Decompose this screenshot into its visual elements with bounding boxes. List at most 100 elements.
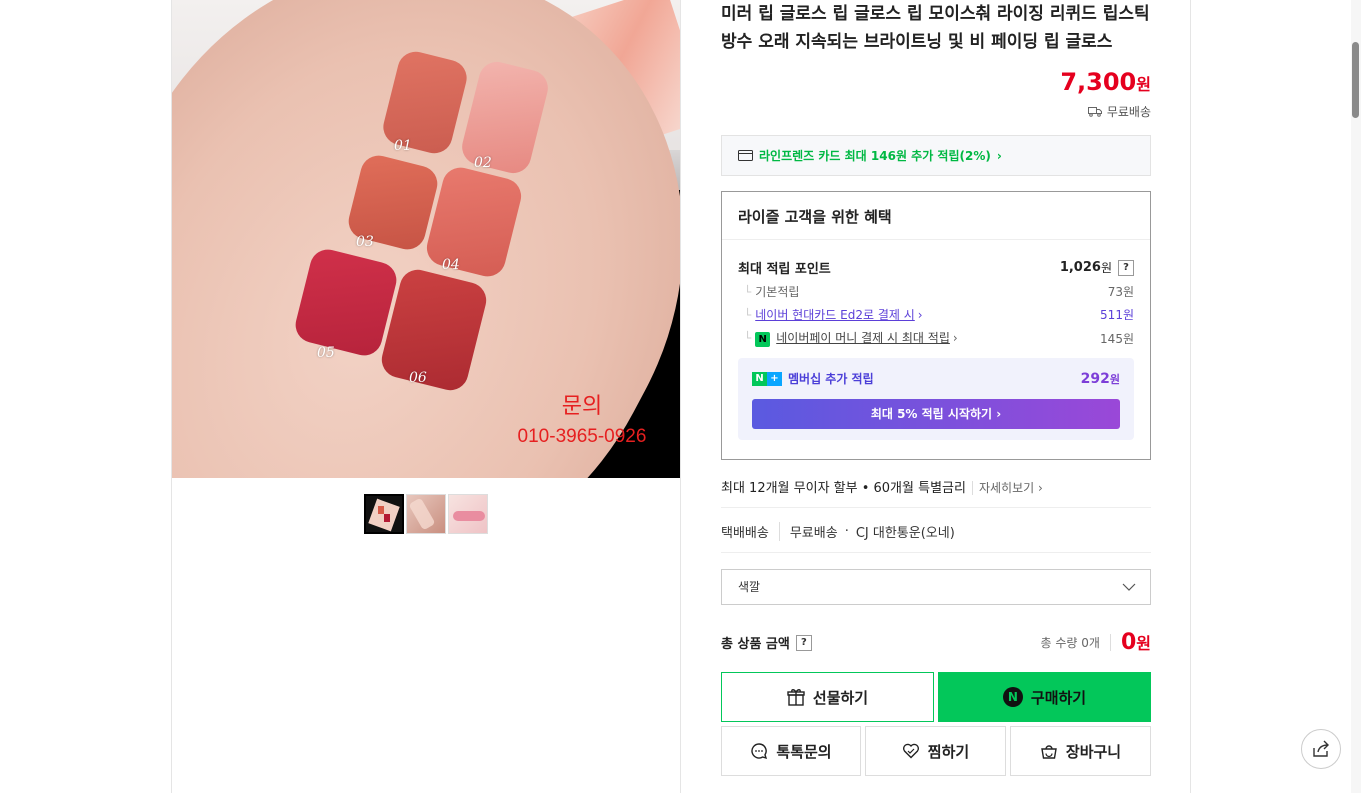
delivery-separator: · [844,524,849,539]
npay-icon: N [755,332,771,347]
divider [721,552,1151,553]
shopping-bag-icon [1041,745,1057,759]
shipping-badge: 무료배송 [1087,103,1151,120]
delivery-fee: 무료배송 [789,526,838,541]
installment-info: 최대 12개월 무이자 할부 • 60개월 특별금리 자세히보기 › [721,477,1043,496]
frame-border-right [1190,0,1191,793]
swatch-label-04: 04 [442,257,460,273]
chevron-right-icon: › [952,331,958,345]
shipping-badge-label: 무료배송 [1106,105,1151,119]
frame-border-mid [680,0,681,793]
benefit-row-basic-label: └ 기본적립 [738,283,799,300]
main-product-image[interactable]: 01 02 03 04 05 06 문의 010-3965-0926 [172,0,680,478]
gift-label: 선물하기 [812,688,869,707]
card-banner-text: 라인프렌즈 카드 최대 146원 추가 적립(2%) [759,149,991,163]
chevron-right-icon: › [917,308,923,322]
cart-button[interactable]: 장바구니 [1010,726,1151,776]
share-button[interactable] [1301,729,1341,769]
membership-label-group: N + 멤버십 추가 적립 [752,370,874,387]
tree-branch-icon: └ [744,285,752,299]
npay-points: 145원 [1100,331,1134,346]
total-amount-value: 0 [1120,630,1137,655]
product-title-line-1: 미러 립 글로스 립 글로스 립 모이스춰 라이징 리퀴드 립스틱 [721,4,1150,24]
color-option-placeholder: 색깔 [738,580,761,594]
product-page: 01 02 03 04 05 06 문의 010-3965-0926 미러 립 … [0,0,1361,793]
product-title-line-2: 방수 오래 지속되는 브라이트닝 및 비 페이딩 립 글로스 [721,32,1113,52]
cart-label: 장바구니 [1065,742,1122,761]
benefit-row-hyundai-card: └ 네이버 현대카드 Ed2로 결제 시 › 511원 [738,306,1134,323]
thumbnail-3[interactable] [448,494,488,534]
npay-label-group: └ N 네이버페이 머니 결제 시 최대 적립 › [738,329,958,347]
price-unit: 원 [1136,75,1151,94]
max-points-unit: 원 [1100,261,1112,275]
truck-icon [1087,107,1102,117]
naver-pay-icon: N [1002,687,1023,707]
membership-points-unit: 원 [1109,372,1120,386]
chevron-right-icon: › [1037,481,1043,495]
benefit-title: 라이즐 고객을 위한 혜택 [722,192,1150,240]
swatch-label-02: 02 [474,155,492,171]
basic-points-value: 73원 [1107,285,1134,299]
membership-points: 292원 [1081,371,1120,387]
delivery-label: 택배배송 [721,522,780,541]
membership-points-value: 292 [1080,370,1110,387]
customer-benefit-box: 라이즐 고객을 위한 혜택 최대 적립 포인트 1,026 원 ? └ 기본적립 … [721,191,1151,460]
installment-text: 최대 12개월 무이자 할부 • 60개월 특별금리 [721,481,966,496]
price-value: 7,300 [1060,68,1137,96]
gift-button[interactable]: 선물하기 [721,672,934,722]
membership-start-label: 최대 5% 적립 시작하기 [870,407,993,421]
tree-branch-icon: └ [744,331,752,345]
divider [721,507,1151,508]
thumbnail-strip [364,494,488,534]
wishlist-button[interactable]: 찜하기 [865,726,1006,776]
total-help-button[interactable]: ? [795,634,812,651]
scrollbar-thumb[interactable] [1352,42,1359,118]
installment-more-link[interactable]: 자세히보기 › [971,481,1043,495]
product-title: 미러 립 글로스 립 글로스 립 모이스춰 라이징 리퀴드 립스틱 방수 오래 … [721,0,1151,56]
total-amount: 0원 [1121,630,1151,655]
swatch-label-05: 05 [317,345,335,361]
swatch-label-03: 03 [356,234,374,250]
contact-phone: 010-3965-0926 [517,426,647,447]
swatch-label-06: 06 [409,370,427,386]
card-benefit-banner[interactable]: 라인프렌즈 카드 최대 146원 추가 적립(2%) › [721,135,1151,176]
buy-label: 구매하기 [1030,688,1087,707]
delivery-carrier: CJ 대한통운(오네) [855,526,955,541]
contact-overlay: 문의 010-3965-0926 [510,388,654,448]
swatch-label-01: 01 [394,138,412,154]
color-option-select[interactable]: 색깔 [721,569,1151,605]
thumbnail-2[interactable] [406,494,446,534]
thumbnail-1[interactable] [364,494,404,534]
npay-money-link[interactable]: 네이버페이 머니 결제 시 최대 적립 [776,331,950,345]
hyundai-card-points: 511원 [1100,308,1134,322]
heart-icon [902,743,919,759]
membership-label: 멤버십 추가 적립 [788,372,874,386]
hyundai-card-link[interactable]: 네이버 현대카드 Ed2로 결제 시 [755,308,915,322]
benefit-row-npay: └ N 네이버페이 머니 결제 시 최대 적립 › 145원 [738,329,1134,347]
total-price-row: 총 상품 금액? 총 수량 0개 0원 [721,630,1151,655]
chevron-right-icon: › [996,407,1002,421]
points-help-button[interactable]: ? [1118,259,1134,276]
product-price: 7,300원 [1060,68,1151,96]
chat-bubble-icon [751,743,768,760]
hyundai-card-label-group: └ 네이버 현대카드 Ed2로 결제 시 › [738,306,923,323]
buy-button[interactable]: N 구매하기 [938,672,1151,722]
chevron-down-icon [1122,583,1136,591]
talk-label: 톡톡문의 [776,742,832,761]
membership-box: N + 멤버십 추가 적립 292원 최대 5% 적립 시작하기 › [738,358,1134,440]
credit-card-icon [738,150,753,161]
benefit-row-basic: └ 기본적립 73원 [738,283,1134,300]
talktalk-inquiry-button[interactable]: 톡톡문의 [721,726,861,776]
chevron-right-icon: › [996,148,1002,163]
contact-title: 문의 [561,393,603,418]
membership-start-button[interactable]: 최대 5% 적립 시작하기 › [752,399,1120,429]
max-points-label: 최대 적립 포인트 [738,262,831,277]
total-label: 총 상품 금액 [721,637,790,652]
wish-label: 찜하기 [927,742,970,761]
scrollbar-track[interactable] [1351,0,1361,793]
max-points-value-group: 1,026 원 ? [1060,259,1134,276]
total-right-group: 총 수량 0개 0원 [1041,630,1151,655]
total-label-group: 총 상품 금액? [721,633,812,652]
max-points-row: 최대 적립 포인트 1,026 원 ? [738,258,1134,277]
product-info-panel: 미러 립 글로스 립 글로스 립 모이스춰 라이징 리퀴드 립스틱 방수 오래 … [721,0,1151,776]
